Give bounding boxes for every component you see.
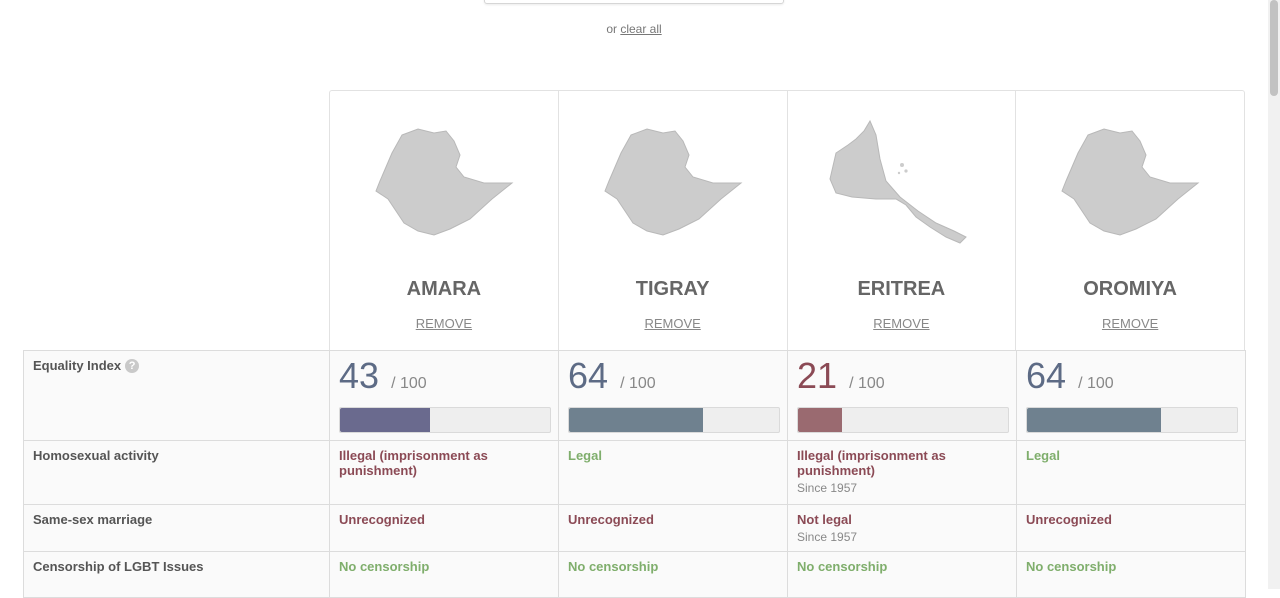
- status-text: No censorship: [1026, 559, 1117, 574]
- score: 64 / 100: [568, 358, 778, 402]
- row-label: Homosexual activity: [23, 440, 330, 505]
- region-map-shape-tigray: [604, 128, 743, 236]
- status-cell: Illegal (imprisonment as punishment) Sinc…: [787, 440, 1017, 505]
- region-header: AMARA REMOVE TIGRAY REMOVE ERITREA REMOV…: [329, 90, 1245, 351]
- status-text: Illegal (imprisonment as punishment): [797, 448, 946, 478]
- region-column-amara: AMARA REMOVE: [330, 91, 559, 351]
- score: 21 / 100: [797, 358, 1007, 402]
- row-label-text: Equality Index: [33, 358, 122, 373]
- status-cell: Unrecognized: [329, 504, 559, 552]
- since-text: Since 1957: [797, 530, 858, 544]
- region-map-shape-amara: [375, 128, 514, 236]
- scrollbar[interactable]: [1268, 0, 1280, 589]
- score-value: 21: [797, 355, 838, 396]
- or-text: or: [606, 22, 617, 36]
- row-label: Censorship of LGBT Issues: [23, 551, 330, 598]
- score-bar: [797, 407, 1009, 433]
- status-text: No censorship: [568, 559, 659, 574]
- clear-all-link[interactable]: clear all: [620, 22, 661, 36]
- table-row-censorship: Censorship of LGBT Issues No censorship …: [23, 551, 1246, 598]
- status-cell: Not legal Since 1957: [787, 504, 1017, 552]
- score-out-of: / 100: [391, 375, 427, 392]
- region-column-tigray: TIGRAY REMOVE: [559, 91, 788, 351]
- status-cell: Legal: [558, 440, 788, 505]
- equality-cell: 64 / 100: [558, 350, 788, 441]
- status-text: Legal: [1026, 448, 1060, 463]
- comparison-table: Equality Index? 43 / 100 64 / 100 21 / 1…: [23, 350, 1246, 598]
- clear-all-line: or clear all: [0, 22, 1268, 36]
- score-bar-fill: [798, 408, 843, 432]
- equality-cell: 64 / 100: [1016, 350, 1246, 441]
- table-row-homosexual-activity: Homosexual activity Illegal (imprisonmen…: [23, 440, 1246, 505]
- score: 43 / 100: [339, 358, 549, 402]
- status-text: Legal: [568, 448, 602, 463]
- region-map-shape-oromiya: [1061, 128, 1200, 236]
- status-text: Unrecognized: [1026, 512, 1112, 527]
- status-cell: No censorship: [558, 551, 788, 598]
- row-label: Equality Index?: [23, 350, 330, 441]
- score-value: 64: [568, 355, 609, 396]
- status-cell: Unrecognized: [1016, 504, 1246, 552]
- status-text: Not legal: [797, 512, 852, 527]
- score-bar: [568, 407, 780, 433]
- score-bar: [339, 407, 551, 433]
- search-box[interactable]: [484, 0, 784, 4]
- region-name: ERITREA: [857, 278, 946, 300]
- region-name: OROMIYA: [1083, 278, 1177, 300]
- score-out-of: / 100: [620, 375, 656, 392]
- question-icon[interactable]: ?: [125, 359, 140, 373]
- status-text: Unrecognized: [339, 512, 425, 527]
- score-value: 64: [1026, 355, 1067, 396]
- score-bar-fill: [340, 408, 431, 432]
- status-text: Illegal (imprisonment as punishment): [339, 448, 488, 478]
- region-map-shape-eritrea: [829, 119, 968, 244]
- score-value: 43: [339, 355, 380, 396]
- score-bar-fill: [569, 408, 704, 432]
- since-text: Since 1957: [797, 481, 858, 495]
- status-cell: Illegal (imprisonment as punishment): [329, 440, 559, 505]
- remove-button[interactable]: REMOVE: [330, 316, 558, 331]
- remove-button[interactable]: REMOVE: [788, 316, 1016, 331]
- remove-button[interactable]: REMOVE: [1016, 316, 1244, 331]
- table-row-equality-index: Equality Index? 43 / 100 64 / 100 21 / 1…: [23, 350, 1246, 441]
- score-bar: [1026, 407, 1238, 433]
- score-bar-fill: [1027, 408, 1162, 432]
- region-name: TIGRAY: [635, 278, 710, 300]
- scrollbar-thumb[interactable]: [1270, 0, 1278, 96]
- table-row-same-sex-marriage: Same-sex marriage Unrecognized Unrecogni…: [23, 504, 1246, 552]
- status-text: Unrecognized: [568, 512, 654, 527]
- equality-cell: 43 / 100: [329, 350, 559, 441]
- status-cell: No censorship: [787, 551, 1017, 598]
- status-cell: Unrecognized: [558, 504, 788, 552]
- region-column-eritrea: ERITREA REMOVE: [788, 91, 1017, 351]
- region-column-oromiya: OROMIYA REMOVE: [1016, 91, 1244, 351]
- status-cell: Legal: [1016, 440, 1246, 505]
- status-text: No censorship: [797, 559, 888, 574]
- status-cell: No censorship: [1016, 551, 1246, 598]
- status-cell: No censorship: [329, 551, 559, 598]
- remove-button[interactable]: REMOVE: [559, 316, 787, 331]
- score: 64 / 100: [1026, 358, 1236, 402]
- score-out-of: / 100: [849, 375, 885, 392]
- equality-cell: 21 / 100: [787, 350, 1017, 441]
- score-out-of: / 100: [1078, 375, 1114, 392]
- region-name: AMARA: [406, 278, 482, 300]
- status-text: No censorship: [339, 559, 430, 574]
- row-label: Same-sex marriage: [23, 504, 330, 552]
